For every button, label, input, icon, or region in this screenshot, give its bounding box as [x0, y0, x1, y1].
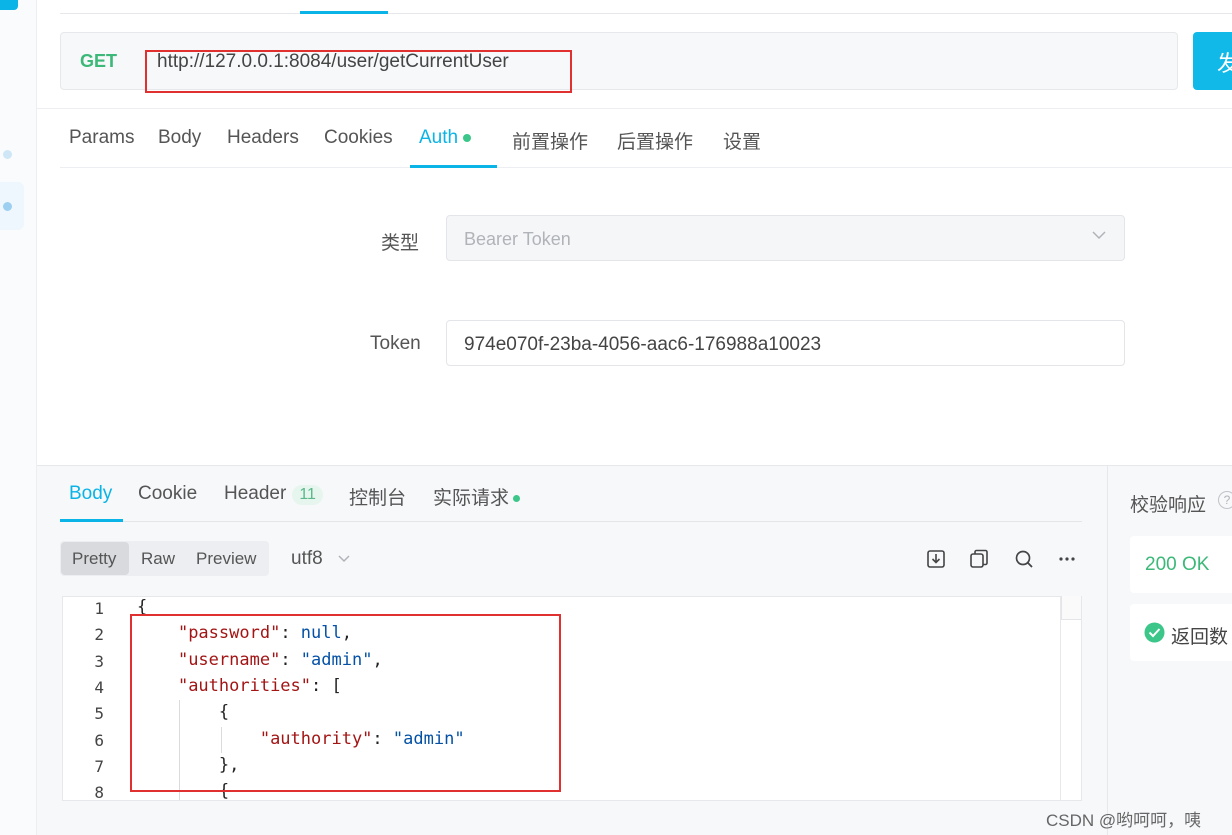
- sidebar-top-marker: [0, 0, 18, 10]
- editor-scrollbar[interactable]: [1061, 596, 1081, 620]
- tab-settings[interactable]: 设置: [723, 127, 761, 154]
- header-count-badge: 11: [292, 485, 323, 505]
- auth-type-value: Bearer Token: [464, 229, 571, 249]
- tab-auth[interactable]: Auth: [419, 127, 472, 149]
- tab-auth-label: Auth: [419, 127, 459, 148]
- line-number: 7: [94, 757, 104, 776]
- format-preview-button[interactable]: Preview: [196, 549, 256, 569]
- line-number: 2: [94, 625, 104, 644]
- tab-active-underline: [410, 165, 497, 168]
- top-tab-active-indicator: [300, 11, 388, 14]
- chevron-down-icon: [338, 555, 350, 563]
- response-tab-header[interactable]: Header 11: [224, 483, 323, 505]
- tab-body[interactable]: Body: [158, 127, 201, 149]
- return-data-label: 返回数: [1171, 627, 1229, 648]
- tab-pre-script[interactable]: 前置操作: [512, 127, 588, 154]
- auth-type-label: 类型: [381, 233, 420, 254]
- response-tab-actual-request-label: 实际请求: [433, 488, 510, 509]
- send-button[interactable]: 发: [1193, 32, 1232, 90]
- editor-scroll-divider: [1060, 596, 1061, 801]
- sidebar-item-dot-selected: [3, 202, 12, 211]
- url-highlight-box: [145, 50, 572, 93]
- line-number: 4: [94, 678, 104, 697]
- check-circle-icon: [1144, 622, 1165, 643]
- search-icon[interactable]: [1013, 548, 1035, 570]
- line-number: 3: [94, 652, 104, 671]
- sidebar-item-dot[interactable]: [3, 150, 12, 159]
- token-value: 974e070f-23ba-4056-aac6-176988a10023: [464, 334, 822, 355]
- encoding-select[interactable]: utf8: [291, 548, 323, 570]
- chevron-down-icon: [1092, 231, 1106, 240]
- response-split-divider[interactable]: [1107, 465, 1108, 835]
- line-number: 6: [94, 731, 104, 750]
- method-select[interactable]: GET: [80, 51, 117, 72]
- copy-icon[interactable]: [968, 548, 990, 570]
- response-tab-console[interactable]: 控制台: [349, 483, 406, 510]
- response-tab-actual-request[interactable]: 实际请求: [433, 483, 521, 510]
- tab-headers[interactable]: Headers: [227, 127, 299, 149]
- response-tab-header-label: Header: [224, 483, 287, 504]
- tab-params[interactable]: Params: [69, 127, 134, 149]
- more-icon[interactable]: [1056, 548, 1078, 570]
- code-highlight-box: [130, 614, 561, 792]
- top-tab-divider: [60, 13, 1232, 14]
- auth-status-dot: [463, 133, 472, 142]
- response-tab-active-underline: [60, 519, 123, 522]
- tabs-divider: [60, 167, 1232, 168]
- status-code-text: 200 OK: [1145, 554, 1210, 575]
- tab-post-script[interactable]: 后置操作: [617, 127, 693, 154]
- help-icon[interactable]: ?: [1218, 491, 1232, 509]
- watermark: CSDN @哟呵呵，咦: [1046, 811, 1202, 830]
- line-number: 5: [94, 704, 104, 723]
- line-number: 8: [94, 783, 104, 802]
- format-raw-button[interactable]: Raw: [141, 549, 175, 569]
- left-sidebar: [0, 0, 37, 835]
- download-icon[interactable]: [925, 548, 947, 570]
- token-label: Token: [370, 333, 421, 354]
- tab-cookies[interactable]: Cookies: [324, 127, 393, 149]
- response-tab-cookie[interactable]: Cookie: [138, 483, 197, 505]
- divider: [37, 108, 1232, 109]
- verify-response-title: 校验响应: [1130, 495, 1207, 516]
- actual-request-dot: [513, 495, 521, 503]
- response-tabs-divider: [60, 521, 1082, 522]
- line-number: 1: [94, 599, 104, 618]
- response-tab-body[interactable]: Body: [69, 483, 112, 505]
- format-pretty-button[interactable]: Pretty: [72, 549, 116, 569]
